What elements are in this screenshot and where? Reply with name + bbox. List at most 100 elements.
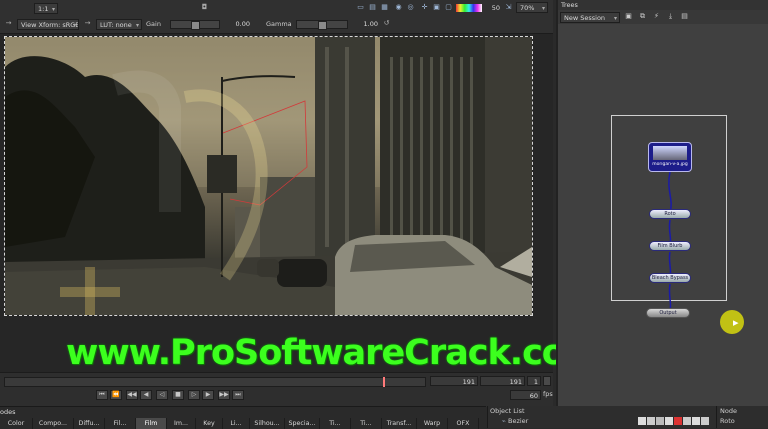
trees-panel: Trees New Session ▾ ▣ ⧉ ⚡ ⤓ ▤ morigan-v-a… xyxy=(556,0,768,406)
tab-image[interactable]: Im... xyxy=(167,418,196,429)
viewer-toolbar: 1:1 ▾ ◘ ▭ ▤ ▦ ◉ ◎ ✛ ▣ ▢ 50 ⇲ 70% ▾ → View … xyxy=(0,0,553,34)
tab-transform[interactable]: Transf... xyxy=(382,418,417,429)
link-icon[interactable] xyxy=(656,417,664,425)
source-thumbnail xyxy=(653,146,687,160)
end-frame-field[interactable]: 191 xyxy=(480,376,525,386)
object-list-panel: Object List ⌁ Bezier xyxy=(487,406,718,428)
tree-node-output[interactable]: Output xyxy=(646,308,690,318)
monitor-icon[interactable]: ▭ xyxy=(356,3,365,12)
timeline-bar: 191 191 1 ⏮ ⏪ ◀◀ ◀ ◁ ■ ▷ ▶ ▶▶ ⏭ 60 fps xyxy=(0,372,553,407)
view-xform-combo[interactable]: View Xform: sRGB ▾ xyxy=(17,19,79,30)
tab-composite[interactable]: Compo... xyxy=(33,418,74,429)
mouse-pointer-icon: ▸ xyxy=(733,316,739,329)
gamma-slider-knob[interactable] xyxy=(318,21,327,30)
gain-label: Gain xyxy=(146,20,161,28)
tab-time[interactable]: Ti... xyxy=(320,418,351,429)
viewer-bounds-frame xyxy=(4,36,533,316)
eye-icon[interactable] xyxy=(638,417,646,425)
fps-label: fps xyxy=(543,390,553,398)
next-frame-button[interactable]: ▷ xyxy=(188,390,200,400)
step-stepper[interactable] xyxy=(543,376,551,386)
gamma-slider[interactable] xyxy=(296,20,348,30)
box-icon[interactable]: ▢ xyxy=(444,3,453,12)
chevron-down-icon: ▾ xyxy=(135,22,139,29)
proxy-value: 50 xyxy=(491,4,500,12)
tab-light[interactable]: Li... xyxy=(223,418,250,429)
node-info-panel: Node Roto xyxy=(716,406,768,428)
cursor-highlight xyxy=(720,310,744,334)
step-forward-button[interactable]: ▶▶ xyxy=(218,390,230,400)
stack-icon[interactable] xyxy=(692,417,700,425)
tab-ofx[interactable]: OFX xyxy=(448,418,479,429)
chevron-down-icon: ▾ xyxy=(541,5,545,12)
pointer-icon[interactable]: ⇲ xyxy=(504,3,513,12)
node-panel-item[interactable]: Roto xyxy=(720,417,735,425)
nodes-panel-title: odes xyxy=(0,408,16,416)
go-to-end-button[interactable]: ⏭ xyxy=(232,390,244,400)
lock-icon[interactable] xyxy=(647,417,655,425)
toolbar-row-2: → View Xform: sRGB ▾ → LUT: none ▾ Gain 0.… xyxy=(0,19,553,33)
target-icon[interactable]: ◎ xyxy=(406,3,415,12)
grid-icon[interactable]: ▦ xyxy=(380,3,389,12)
crosshair-icon[interactable]: ✛ xyxy=(420,3,429,12)
tab-silhouette[interactable]: Silhou... xyxy=(250,418,285,429)
stop-button[interactable]: ■ xyxy=(172,390,184,400)
gain-slider[interactable] xyxy=(170,20,220,30)
color-channel-icon[interactable] xyxy=(456,4,482,12)
color-swatch-icon[interactable] xyxy=(674,417,682,425)
gain-slider-knob[interactable] xyxy=(191,21,200,30)
node-panel-title: Node xyxy=(720,407,737,415)
play-button[interactable]: ▶ xyxy=(202,390,214,400)
node-connections xyxy=(668,171,672,311)
nodes-panel: odes Color Compo... Diffu... Fil... Film… xyxy=(0,406,486,429)
tab-special[interactable]: Specia... xyxy=(285,418,320,429)
step-back-button[interactable]: ◀◀ xyxy=(126,390,138,400)
timeline-scrubber[interactable] xyxy=(4,377,426,387)
box-icon[interactable] xyxy=(701,417,709,425)
tab-filter[interactable]: Fil... xyxy=(105,418,136,429)
tab-tint[interactable]: Ti... xyxy=(351,418,382,429)
tab-film[interactable]: Film xyxy=(136,418,167,429)
camera-icon[interactable]: ◘ xyxy=(200,3,209,12)
tree-node-roto[interactable]: Roto xyxy=(649,209,691,219)
object-list-item-label: Bezier xyxy=(507,417,529,425)
go-to-start-button[interactable]: ⏮ xyxy=(96,390,108,400)
current-frame-field[interactable]: 191 xyxy=(430,376,478,386)
lut-combo[interactable]: LUT: none ▾ xyxy=(96,19,142,30)
object-list-toolbar xyxy=(638,417,718,426)
playhead-marker[interactable] xyxy=(383,377,385,387)
tab-key[interactable]: Key xyxy=(196,418,223,429)
toolbar-row-1: 1:1 ▾ ◘ ▭ ▤ ▦ ◉ ◎ ✛ ▣ ▢ 50 ⇲ 70% ▾ xyxy=(0,2,553,17)
tab-color[interactable]: Color xyxy=(0,418,33,429)
grid-icon[interactable] xyxy=(683,417,691,425)
zoom-label: 70% xyxy=(520,4,535,12)
object-list-item[interactable]: ⌁ Bezier xyxy=(502,417,528,425)
step-field[interactable]: 1 xyxy=(527,376,541,386)
gain-value[interactable]: 0.00 xyxy=(222,19,250,29)
tree-node-film-blurb[interactable]: Film Blurb xyxy=(649,241,691,251)
copy-icon[interactable] xyxy=(665,417,673,425)
zoom-combo[interactable]: 70% ▾ xyxy=(516,2,548,13)
view-xform-label: View Xform: sRGB xyxy=(21,21,79,29)
tab-diffusion[interactable]: Diffu... xyxy=(74,418,105,429)
tab-warp[interactable]: Warp xyxy=(417,418,448,429)
source-node-label: morigan-v-a.jpg xyxy=(652,162,688,167)
play-reverse-button[interactable]: ◀ xyxy=(140,390,152,400)
tree-node-source[interactable]: morigan-v-a.jpg xyxy=(648,142,692,172)
previous-frame-button[interactable]: ◁ xyxy=(156,390,168,400)
gamma-value[interactable]: 1.00 xyxy=(350,19,378,29)
reset-icon[interactable]: ↺ xyxy=(382,19,391,28)
arrow-icon[interactable]: → xyxy=(4,19,13,28)
frame-ratio-combo[interactable]: 1:1 ▾ xyxy=(34,3,58,14)
fps-field[interactable]: 60 xyxy=(510,390,541,400)
arrow-icon[interactable]: → xyxy=(83,19,92,28)
circle-icon[interactable]: ◉ xyxy=(394,3,403,12)
lock-icon[interactable]: ▤ xyxy=(368,3,377,12)
layers-icon[interactable]: ▣ xyxy=(432,3,441,12)
tree-node-bleach-bypass[interactable]: Bleach Bypass xyxy=(649,273,691,283)
gamma-label: Gamma xyxy=(266,20,292,28)
lut-label: LUT: none xyxy=(100,21,132,29)
watermark-text: www.ProSoftwareCrack.com xyxy=(66,333,601,373)
chevron-down-icon: ▾ xyxy=(72,22,76,29)
previous-key-button[interactable]: ⏪ xyxy=(110,390,122,400)
